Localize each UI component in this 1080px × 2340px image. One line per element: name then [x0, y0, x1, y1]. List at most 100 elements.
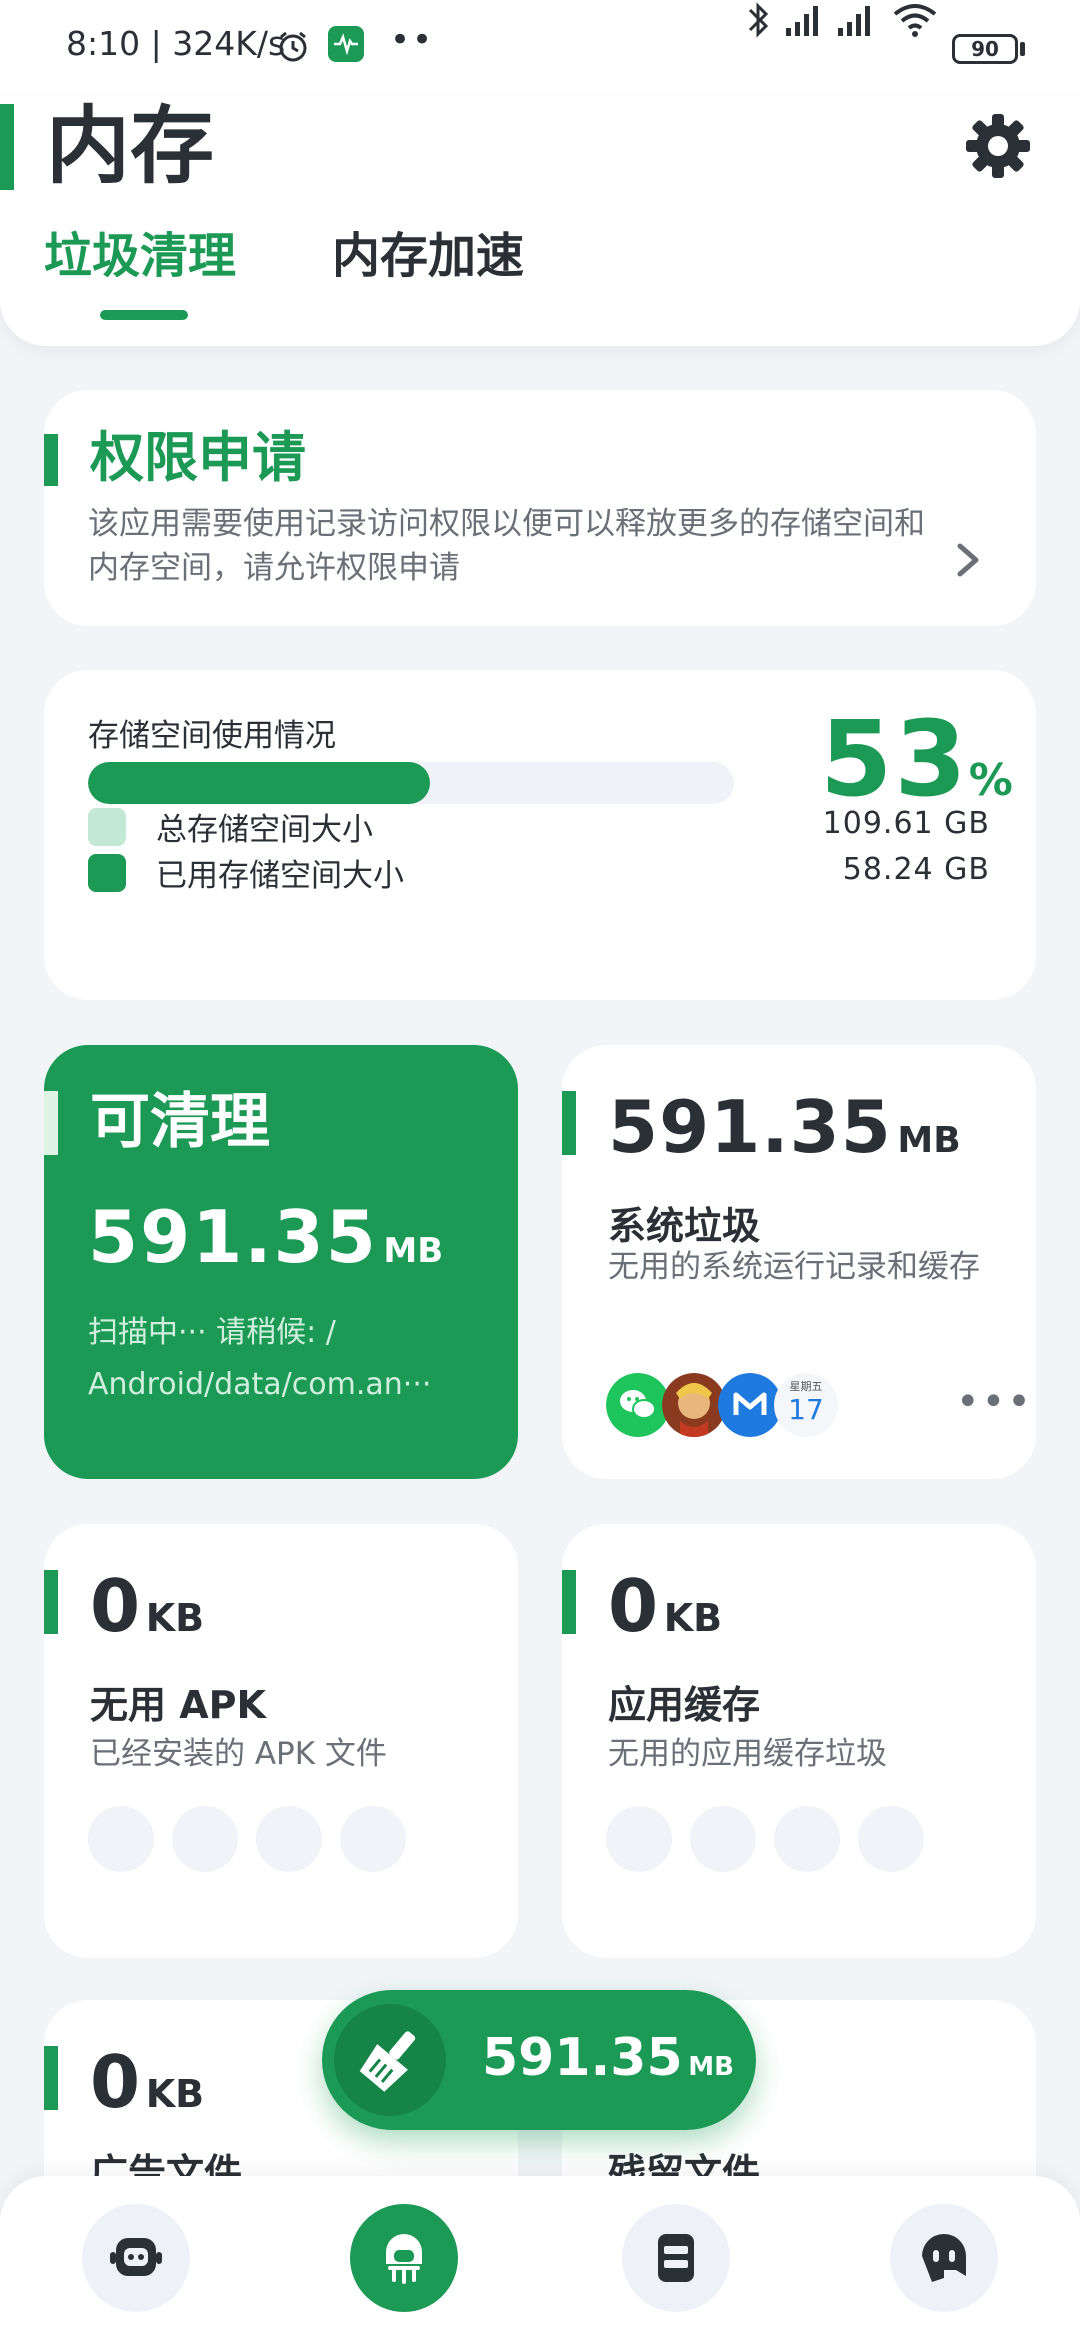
tab-indicator — [100, 310, 188, 320]
clean-robot-icon — [386, 2234, 422, 2284]
calendar-weekday: 星期五 — [789, 1380, 823, 1393]
card-accent-bar — [44, 1570, 58, 1634]
calendar-icon: 星期五 17 — [774, 1373, 838, 1437]
cache-size-unit: KB — [663, 1596, 723, 1640]
clean-button-size-value: 591.35 — [482, 2028, 683, 2088]
nav-chat[interactable] — [890, 2204, 998, 2312]
card-accent-bar — [562, 1570, 576, 1634]
game-hero-icon — [662, 1373, 726, 1437]
system-junk-title: 系统垃圾 — [608, 1204, 761, 1248]
cleanable-card[interactable]: 可清理 591.35 MB 扫描中··· 请稍候: / Android/data… — [44, 1045, 518, 1479]
title-accent-bar — [0, 104, 14, 190]
bottom-nav — [0, 2176, 1080, 2340]
scan-status-line-2: Android/data/com.an··· — [88, 1367, 432, 1402]
calendar-day: 17 — [788, 1393, 824, 1426]
card-accent-bar — [44, 1091, 58, 1155]
app-cache-card[interactable]: 0 KB 应用缓存 无用的应用缓存垃圾 — [562, 1524, 1036, 1958]
system-junk-card[interactable]: 591.35 MB 系统垃圾 无用的系统运行记录和缓存 星期五 17 ••• — [562, 1045, 1036, 1479]
storage-progress-fill — [88, 762, 431, 804]
chevron-right-icon[interactable] — [950, 540, 986, 580]
battery-icon: 90 — [952, 34, 1018, 64]
cleanable-size-unit: MB — [383, 1231, 444, 1271]
apk-size-value: 0 — [90, 1564, 141, 1648]
status-more-dots: •• — [390, 20, 435, 60]
app-header: 内存 垃圾清理 内存加速 — [0, 96, 1080, 346]
nav-storage[interactable] — [622, 2204, 730, 2312]
alarm-icon — [279, 31, 307, 62]
page-title: 内存 — [46, 97, 215, 195]
ad-size-value: 0 — [90, 2040, 141, 2124]
ad-size: 0 KB — [90, 2040, 204, 2124]
storage-progress-bar — [88, 762, 734, 804]
placeholder-icon — [88, 1806, 154, 1872]
placeholder-icon — [858, 1806, 924, 1872]
storage-percent-unit: % — [968, 755, 1013, 806]
system-junk-size-value: 591.35 — [608, 1085, 892, 1169]
system-junk-size: 591.35 MB — [608, 1085, 961, 1169]
apk-description: 已经安装的 APK 文件 — [90, 1736, 387, 1772]
permission-title: 权限申请 — [90, 426, 306, 489]
clean-button-size: 591.35 MB — [482, 2028, 734, 2088]
signal-icon-1 — [786, 6, 818, 36]
apk-title: 无用 APK — [90, 1683, 266, 1727]
placeholder-icon — [256, 1806, 322, 1872]
apk-size-unit: KB — [145, 1596, 205, 1640]
notification-app-icon — [328, 26, 364, 62]
legend-label-total: 总存储空间大小 — [156, 812, 373, 848]
legend-swatch-used — [88, 854, 126, 892]
cleanable-size-value: 591.35 — [88, 1195, 378, 1279]
apk-size: 0 KB — [90, 1564, 204, 1648]
clean-button[interactable]: 591.35 MB — [322, 1990, 756, 2130]
permission-description: 该应用需要使用记录访问权限以便可以释放更多的存储空间和内存空间，请允许权限申请 — [88, 506, 925, 586]
placeholder-icon — [690, 1806, 756, 1872]
scan-status: 扫描中··· 请稍候: / Android/data/com.an··· — [88, 1307, 498, 1411]
battery-level: 90 — [971, 37, 999, 61]
storage-percent-value: 53 — [820, 698, 969, 820]
system-junk-description: 无用的系统运行记录和缓存 — [608, 1249, 980, 1285]
placeholder-icon — [774, 1806, 840, 1872]
battery-tip — [1020, 42, 1025, 56]
storage-title: 存储空间使用情况 — [88, 718, 336, 754]
status-bar: 8:10 | 324K/s •• 90 — [0, 0, 1080, 96]
more-apps-icon[interactable]: ••• — [956, 1379, 1033, 1425]
storage-usage-card: 存储空间使用情况 53% 总存储空间大小 109.61 GB 已用存储空间大小 … — [44, 670, 1036, 1000]
cache-description: 无用的应用缓存垃圾 — [608, 1736, 887, 1772]
legend-label-used: 已用存储空间大小 — [156, 858, 404, 894]
legend-value-total: 109.61 GB — [822, 806, 990, 841]
card-accent-bar — [44, 2046, 58, 2110]
wifi-icon — [893, 4, 937, 37]
placeholder-icon — [172, 1806, 238, 1872]
cache-size-value: 0 — [608, 1564, 659, 1648]
legend-value-used: 58.24 GB — [842, 852, 990, 887]
tab-junk-clean[interactable]: 垃圾清理 — [44, 226, 236, 286]
m-app-icon — [718, 1373, 782, 1437]
nav-robot[interactable] — [82, 2204, 190, 2312]
clean-button-size-unit: MB — [688, 2052, 734, 2082]
gear-icon[interactable] — [964, 112, 1032, 180]
storage-percent: 53% — [820, 704, 1013, 814]
cache-size: 0 KB — [608, 1564, 722, 1648]
bluetooth-icon — [748, 2, 769, 38]
status-time-speed: 8:10 | 324K/s — [66, 24, 286, 63]
signal-icon-2 — [838, 6, 870, 36]
ad-size-unit: KB — [145, 2072, 205, 2116]
card-accent-bar — [44, 434, 58, 486]
legend-swatch-total — [88, 808, 126, 846]
storage-icon — [658, 2234, 694, 2282]
permission-card[interactable]: 权限申请 该应用需要使用记录访问权限以便可以释放更多的存储空间和内存空间，请允许… — [44, 390, 1036, 626]
cleanable-title: 可清理 — [90, 1087, 270, 1157]
system-junk-size-unit: MB — [897, 1120, 961, 1161]
useless-apk-card[interactable]: 0 KB 无用 APK 已经安装的 APK 文件 — [44, 1524, 518, 1958]
robot-icon — [110, 2238, 162, 2276]
nav-clean[interactable] — [350, 2204, 458, 2312]
scan-status-line-1: 扫描中··· 请稍候: / — [88, 1315, 336, 1350]
tab-memory-boost[interactable]: 内存加速 — [332, 226, 524, 286]
placeholder-icon — [340, 1806, 406, 1872]
wechat-icon — [606, 1373, 670, 1437]
card-accent-bar — [562, 1091, 576, 1155]
cleanable-size: 591.35 MB — [88, 1195, 443, 1279]
cache-title: 应用缓存 — [608, 1683, 761, 1727]
broom-icon — [334, 2004, 446, 2116]
chat-icon — [922, 2234, 966, 2282]
placeholder-icon — [606, 1806, 672, 1872]
